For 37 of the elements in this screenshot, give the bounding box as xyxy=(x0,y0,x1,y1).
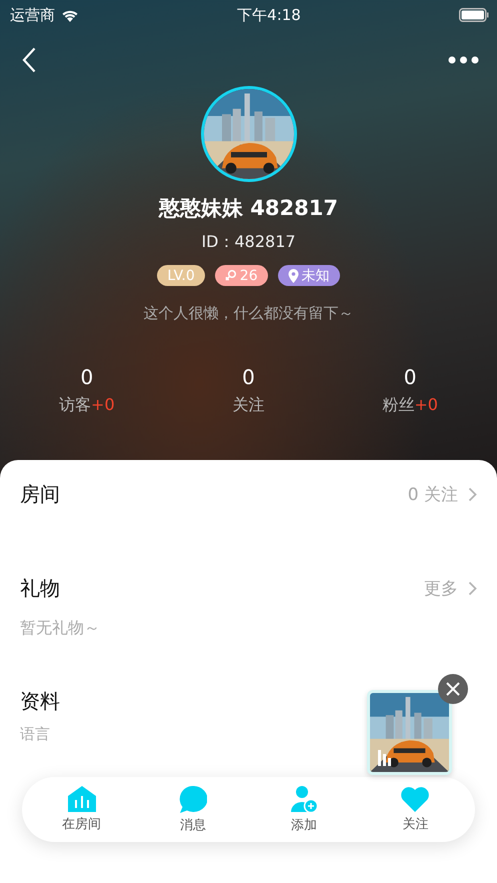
add-user-icon xyxy=(290,786,318,812)
status-time: 下午4:18 xyxy=(237,6,301,24)
close-icon xyxy=(446,682,460,696)
stat-label: 粉丝+0 xyxy=(382,395,438,416)
empty-text: 暂无礼物～ xyxy=(20,618,101,639)
stat-value: 0 xyxy=(242,365,255,389)
gender-badge: 26 xyxy=(214,265,268,286)
stat-label: 关注 xyxy=(232,395,264,416)
back-icon[interactable] xyxy=(22,47,36,73)
location-badge: 未知 xyxy=(278,265,340,286)
section-title: 礼物 xyxy=(20,574,60,602)
chat-icon xyxy=(178,786,207,812)
stat-value: 0 xyxy=(404,365,416,389)
field-label: 语言 xyxy=(20,725,51,744)
nav-tab[interactable]: 关注 xyxy=(365,786,466,832)
battery-icon xyxy=(459,8,489,22)
chevron-icon xyxy=(468,580,477,596)
stat-value: 0 xyxy=(80,365,94,389)
user-id: ID：482817 xyxy=(201,232,296,253)
user-name: 憨憨妹妹 482817 xyxy=(159,195,338,222)
chevron-icon xyxy=(468,486,477,502)
section-title: 资料 xyxy=(20,688,60,714)
more-icon[interactable] xyxy=(448,56,479,64)
stat-label: 访客+0 xyxy=(59,395,115,416)
house-chart-icon xyxy=(68,786,96,812)
audio-bars-icon xyxy=(378,748,392,766)
gender-icon xyxy=(224,269,237,282)
level-badge: LV.0 xyxy=(157,265,205,286)
nav-tab[interactable]: 添加 xyxy=(254,786,354,834)
user-bio: 这个人很懒，什么都没有留下～ xyxy=(144,304,354,323)
section-title: 房间 xyxy=(20,480,60,508)
heart-icon xyxy=(401,786,430,812)
nav-tab[interactable]: 在房间 xyxy=(32,786,132,833)
location-icon xyxy=(288,268,299,282)
wifi-icon xyxy=(61,8,79,22)
carrier-name: 运营商 xyxy=(10,6,55,24)
nav-tab[interactable]: 消息 xyxy=(142,786,243,834)
